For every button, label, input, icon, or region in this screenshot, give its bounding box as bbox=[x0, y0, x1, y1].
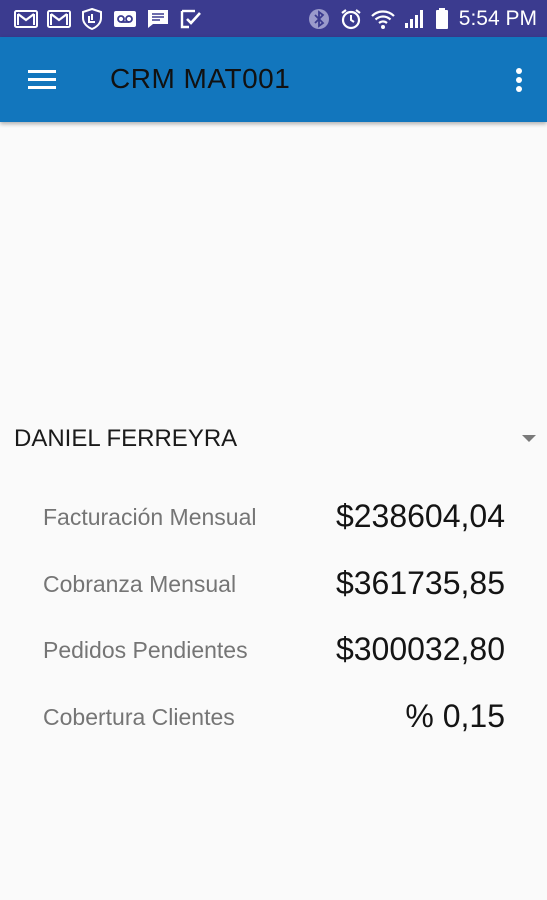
metric-label: Pedidos Pendientes bbox=[43, 637, 248, 663]
message-icon bbox=[146, 8, 170, 30]
salesperson-selector[interactable]: DANIEL FERREYRA bbox=[0, 405, 547, 475]
metric-row-pedidos: Pedidos Pendientes $300032,80 bbox=[0, 619, 547, 686]
signal-icon bbox=[403, 8, 427, 30]
dropdown-arrow-icon bbox=[522, 435, 536, 442]
metric-value: $300032,80 bbox=[335, 631, 505, 667]
more-vert-icon[interactable] bbox=[511, 64, 527, 96]
bluetooth-icon bbox=[307, 8, 331, 30]
metric-row-facturacion: Facturación Mensual $238604,04 bbox=[0, 486, 547, 553]
metric-row-cobranza: Cobranza Mensual $361735,85 bbox=[0, 553, 547, 620]
shield-icon bbox=[80, 8, 104, 30]
notification-icons bbox=[14, 7, 212, 31]
hamburger-icon[interactable] bbox=[24, 64, 58, 96]
gmail-icon bbox=[47, 8, 71, 30]
gmail-icon bbox=[14, 8, 38, 30]
status-bar: 5:54 PM bbox=[0, 0, 547, 37]
metric-label: Cobranza Mensual bbox=[43, 570, 237, 597]
metric-value: % 0,15 bbox=[405, 697, 505, 734]
metric-value: $361735,85 bbox=[335, 564, 505, 601]
metric-value: $238604,04 bbox=[335, 498, 505, 534]
metrics-list: Facturación Mensual $238604,04 Cobranza … bbox=[0, 486, 547, 752]
page-title: CRM MAT001 bbox=[110, 63, 291, 94]
app-bar: CRM MAT001 bbox=[0, 37, 547, 122]
metric-row-cobertura: Cobertura Clientes % 0,15 bbox=[0, 686, 547, 753]
selector-value: DANIEL FERREYRA bbox=[14, 425, 238, 452]
metric-label: Facturación Mensual bbox=[43, 504, 257, 530]
wifi-icon bbox=[371, 8, 395, 30]
system-icons: 5:54 PM bbox=[307, 6, 537, 32]
checklist-icon bbox=[179, 8, 203, 30]
alarm-icon bbox=[339, 8, 363, 30]
status-time: 5:54 PM bbox=[458, 7, 537, 30]
metric-label: Cobertura Clientes bbox=[43, 703, 235, 730]
battery-icon bbox=[435, 8, 449, 30]
voicemail-icon bbox=[113, 8, 137, 30]
